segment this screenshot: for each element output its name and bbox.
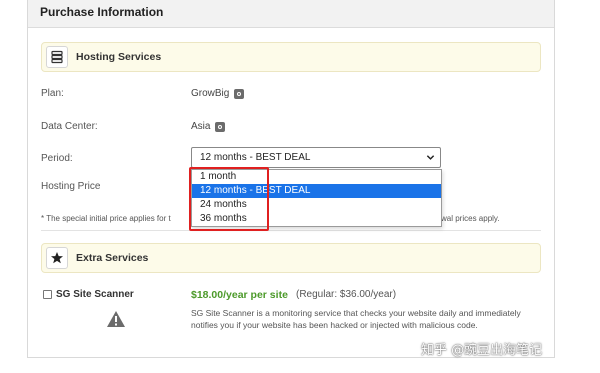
datacenter-value: Asia [191, 121, 211, 132]
plan-value: GrowBig [191, 88, 230, 99]
hosting-section-label: Hosting Services [76, 51, 162, 63]
period-selected-value: 12 months - BEST DEAL [200, 152, 311, 163]
datacenter-label: Data Center: [41, 121, 98, 132]
plan-value-group: GrowBig [191, 88, 245, 99]
divider [41, 230, 541, 231]
hosting-section-header: Hosting Services [41, 42, 541, 72]
watermark: 知乎 @豌豆出海笔记 [421, 343, 543, 358]
period-label: Period: [41, 153, 73, 164]
settings-icon[interactable] [215, 121, 226, 132]
hosting-price-label: Hosting Price [41, 181, 101, 192]
site-scanner-description: SG Site Scanner is a monitoring service … [191, 308, 521, 330]
warning-icon [107, 311, 125, 327]
star-icon [46, 247, 68, 269]
site-scanner-price: $18.00/year per site [191, 289, 288, 301]
chevron-down-icon [426, 155, 435, 160]
panel-title: Purchase Information [40, 5, 164, 19]
annotation-highlight-box [189, 167, 269, 231]
price-note-tail: wal prices apply. [441, 214, 500, 223]
extra-section-header: Extra Services [41, 243, 541, 273]
site-scanner-regular-price: (Regular: $36.00/year) [296, 289, 397, 300]
extra-section-label: Extra Services [76, 252, 149, 264]
price-note: * The special initial price applies for … [41, 214, 171, 223]
plan-label: Plan: [41, 88, 64, 99]
panel-header: Purchase Information [28, 0, 554, 28]
period-select[interactable]: 12 months - BEST DEAL [191, 147, 441, 168]
server-icon [46, 46, 68, 68]
settings-icon[interactable] [234, 88, 245, 99]
site-scanner-name: SG Site Scanner [56, 289, 134, 300]
datacenter-value-group: Asia [191, 121, 226, 132]
site-scanner-checkbox[interactable] [43, 290, 52, 299]
